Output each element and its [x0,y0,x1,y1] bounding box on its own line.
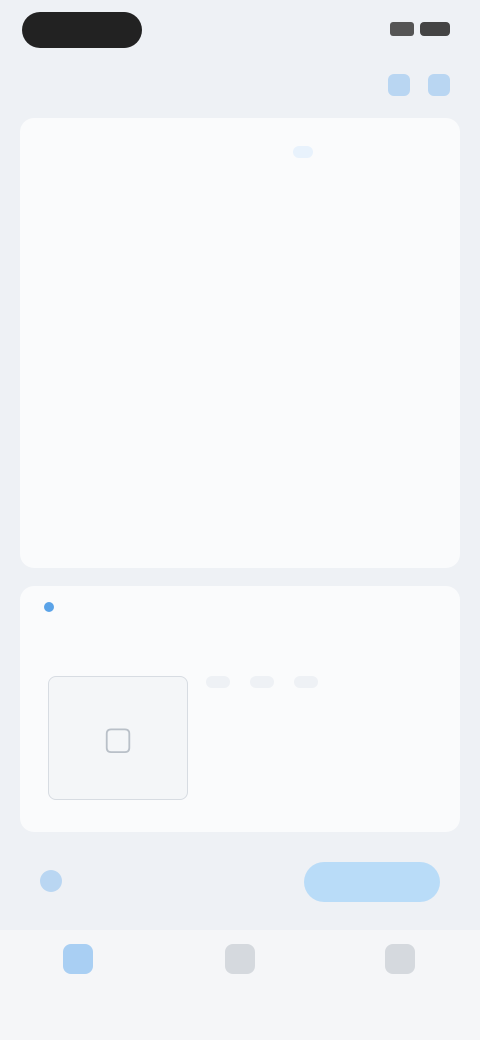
date-row [40,500,440,530]
info-icon [40,870,62,892]
tab-2[interactable] [167,146,187,158]
app-header [0,62,480,106]
signal-icon [390,22,414,36]
chip[interactable] [206,676,230,688]
battery-icon [420,22,450,36]
range-tabs [40,130,440,174]
tab-1[interactable] [40,146,60,158]
chart-area [40,238,440,428]
status-bar [0,0,480,64]
section-title [44,602,62,612]
bottom-nav [0,930,480,1040]
action-bar [20,850,460,916]
home-icon [63,944,93,974]
header-actions [388,74,450,96]
nav-item-profile[interactable] [360,944,440,982]
primary-action-button[interactable] [304,862,440,902]
section-dot-icon [44,602,54,612]
chip[interactable] [250,676,274,688]
status-icons [390,22,450,36]
photo-placeholder[interactable]: ▢ [48,676,188,800]
profile-icon [385,944,415,974]
share-icon[interactable] [388,74,410,96]
action-left [40,870,74,892]
chip[interactable] [294,676,318,688]
chart-card [20,118,460,568]
chip-row [206,676,446,688]
tab-3[interactable] [293,146,314,158]
nav-item-home[interactable] [38,944,118,982]
tab-4[interactable] [420,146,440,158]
info-lines [206,732,446,742]
status-time [22,12,142,48]
detail-card: ▢ [20,586,460,832]
image-icon: ▢ [102,720,134,756]
nav-item-list[interactable] [200,944,280,982]
list-icon [225,944,255,974]
more-icon[interactable] [428,74,450,96]
